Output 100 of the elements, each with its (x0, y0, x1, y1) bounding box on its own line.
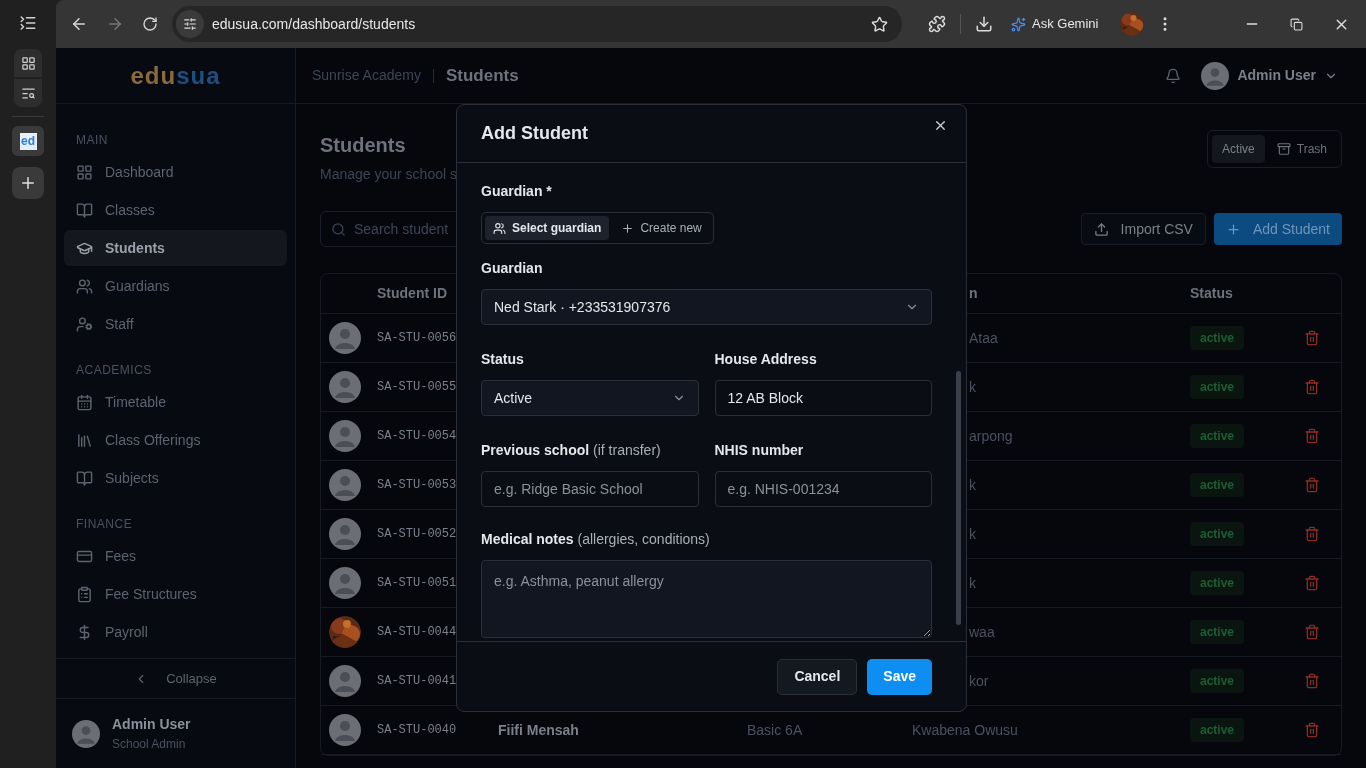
save-button[interactable]: Save (867, 658, 932, 695)
field-label: Guardian (481, 259, 544, 278)
sparkle-icon (1011, 16, 1026, 32)
search-icon (331, 221, 346, 237)
student-id: SA-STU-0055 (377, 379, 458, 396)
download-icon[interactable] (975, 15, 993, 33)
student-id: SA-STU-0054 (377, 428, 458, 445)
user-name: Admin User (112, 715, 191, 734)
archive-icon (1276, 142, 1291, 156)
restore-icon[interactable] (1290, 17, 1303, 31)
tab-groups-button[interactable] (14, 49, 42, 77)
status-badge: active (1190, 669, 1245, 693)
nav-item[interactable]: Class Offerings (64, 422, 287, 458)
back-icon[interactable] (70, 15, 88, 33)
view-tab[interactable]: Active (1212, 135, 1265, 163)
guardian-select[interactable]: Ned Stark · +233531907376 (481, 289, 932, 325)
student-id: SA-STU-0040 (377, 722, 458, 739)
student-avatar (329, 420, 361, 452)
column-header: Student ID (377, 284, 448, 303)
gemini-button[interactable]: Ask Gemini (1011, 14, 1099, 34)
column-header: Status (1190, 284, 1234, 303)
nav-item[interactable]: Dashboard (64, 154, 287, 190)
nav-item[interactable]: Guardians (64, 268, 287, 304)
guardian-cell-text: waa (968, 622, 996, 642)
student-id: SA-STU-0041 (377, 673, 458, 690)
student-name: Fiifi Mensah (498, 720, 580, 740)
tab-button[interactable]: ed (12, 126, 44, 156)
nav-item[interactable]: Timetable (64, 384, 287, 420)
new-tab-button[interactable] (12, 167, 44, 199)
section-heading: MAIN (75, 133, 109, 147)
student-id: SA-STU-0044 (377, 624, 458, 641)
plus-icon (19, 174, 37, 192)
status-select[interactable]: Active (481, 380, 699, 416)
grid-icon (76, 163, 93, 181)
status-badge: active (1190, 620, 1245, 644)
section-heading: ACADEMICS (75, 363, 153, 377)
add-student-button[interactable]: Add Student (1213, 213, 1342, 245)
student-avatar (329, 322, 361, 354)
scrollbar-thumb[interactable] (956, 371, 961, 625)
address-bar[interactable]: edusua.com/dashboard/students (172, 6, 902, 42)
book-icon (76, 201, 93, 219)
nav-item[interactable]: Students (64, 230, 287, 266)
nav-item[interactable]: Classes (64, 192, 287, 228)
class-cell-text: Basic 6A (747, 720, 804, 740)
edusua-logo: edusua (130, 60, 221, 91)
book-icon (76, 469, 93, 487)
mode-tab[interactable]: Create new (613, 216, 710, 240)
medical-notes-input[interactable]: e.g. Asthma, peanut allergy (481, 560, 932, 638)
view-tab[interactable]: Trash (1266, 135, 1337, 163)
guardian-cell-text: Ataa (968, 328, 999, 348)
address-input[interactable]: 12 AB Block (714, 380, 932, 416)
previous-school-input[interactable]: e.g. Ridge Basic School (481, 471, 699, 507)
user-avatar (72, 719, 100, 748)
student-avatar (329, 665, 361, 697)
nav-item[interactable]: Staff (64, 306, 287, 342)
field-label: Guardian * (481, 182, 553, 201)
dialog-title: Add Student (481, 122, 588, 145)
mode-tab[interactable]: Select guardian (485, 216, 610, 240)
field-label: Previous school (if transfer) (481, 441, 662, 460)
page-title: Students (320, 133, 407, 158)
extensions-icon[interactable] (928, 15, 946, 33)
nav-item[interactable]: Subjects (64, 460, 287, 496)
bookmark-star-icon[interactable] (871, 15, 888, 33)
nav-item[interactable]: Fees (64, 538, 287, 574)
field-label: NHIS number (714, 441, 805, 460)
cancel-button[interactable]: Cancel (777, 658, 858, 695)
status-badge: active (1190, 473, 1245, 497)
site-info-icon[interactable] (183, 17, 197, 31)
plus-icon (621, 221, 635, 235)
sidebar-toggle-icon[interactable] (19, 14, 37, 32)
status-badge: active (1190, 571, 1245, 595)
user-gear-icon (76, 315, 93, 333)
forward-icon[interactable] (106, 15, 124, 33)
reload-icon[interactable] (142, 16, 158, 32)
close-icon[interactable] (933, 118, 948, 133)
status-badge: active (1190, 326, 1245, 350)
url-text: edusua.com/dashboard/students (212, 14, 417, 34)
student-avatar (329, 371, 361, 403)
guardian-cell-text: k (968, 475, 977, 495)
nhis-input[interactable]: e.g. NHIS-001234 (714, 471, 932, 507)
plus-icon (1225, 221, 1241, 237)
field-label: House Address (714, 350, 818, 369)
student-id: SA-STU-0056 (377, 330, 458, 347)
people-icon (76, 277, 93, 295)
notification-bell-icon[interactable] (1165, 67, 1182, 84)
nav-item[interactable]: Fee Structures (64, 576, 287, 612)
nav-item[interactable]: Payroll (64, 614, 287, 650)
import-csv-button[interactable]: Import CSV (1080, 213, 1206, 245)
collapse-button[interactable]: Collapse (56, 658, 295, 698)
status-badge: active (1190, 424, 1245, 448)
guardian-cell-text: k (968, 377, 977, 397)
people-icon (493, 221, 506, 235)
page-subtitle: Manage your school s (320, 165, 457, 184)
user-menu[interactable]: Admin User (1201, 61, 1338, 90)
page-breadcrumb: Students (445, 64, 519, 87)
tab-search-button[interactable] (14, 79, 42, 107)
student-avatar (329, 518, 361, 550)
section-heading: FINANCE (75, 517, 134, 531)
calendar-icon (76, 393, 93, 411)
column-header: n (968, 284, 979, 303)
